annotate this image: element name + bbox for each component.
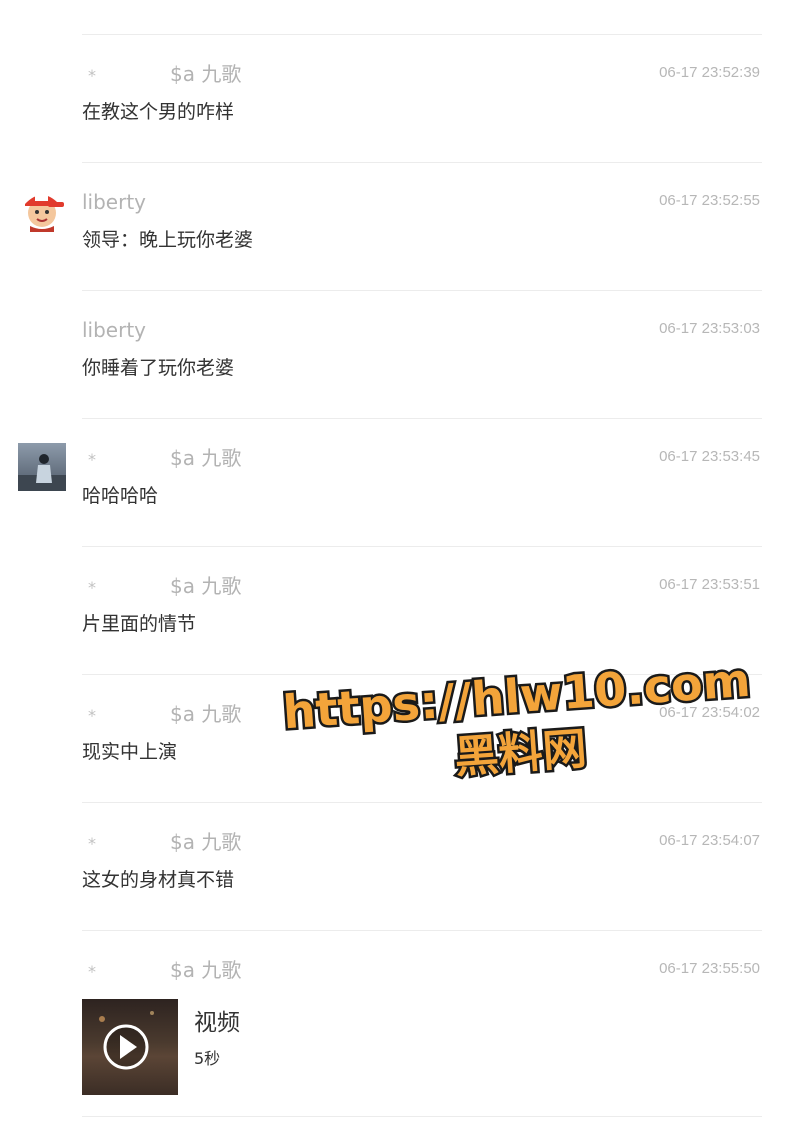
divider (82, 290, 762, 291)
photo-avatar-icon (18, 443, 66, 491)
sender-name[interactable]: liberty (82, 189, 146, 215)
message-time: 06-17 23:53:51 (659, 576, 760, 593)
message-time: 06-17 23:53:03 (659, 320, 760, 337)
avatar[interactable] (18, 443, 66, 491)
divider (82, 546, 762, 547)
message-text: 这女的身材真不错 (82, 869, 235, 891)
sender-name[interactable]: * $a 九歌 (82, 957, 241, 985)
message-time: 06-17 23:54:07 (659, 832, 760, 849)
message-text: 你睡着了玩你老婆 (82, 357, 235, 379)
watermark-site-name: 黑料网 (453, 723, 588, 783)
sender-name[interactable]: * $a 九歌 (82, 829, 241, 857)
video-label: 视频 (194, 1010, 240, 1036)
message-time: 06-17 23:55:50 (659, 960, 760, 977)
play-icon[interactable] (82, 999, 178, 1095)
divider (82, 162, 762, 163)
divider (82, 34, 762, 35)
message-time: 06-17 23:52:39 (659, 64, 760, 81)
message-text: 哈哈哈哈 (82, 485, 159, 507)
message-text: 在教这个男的咋样 (82, 101, 235, 123)
divider (82, 802, 762, 803)
divider (82, 1116, 762, 1117)
message-text: 领导：晚上玩你老婆 (82, 229, 254, 251)
sender-name[interactable]: liberty (82, 317, 146, 343)
divider (82, 930, 762, 931)
message-time: 06-17 23:53:45 (659, 448, 760, 465)
divider (82, 674, 762, 675)
message-time: 06-17 23:54:02 (659, 704, 760, 721)
avatar[interactable] (18, 184, 66, 232)
message-text: 片里面的情节 (82, 613, 197, 635)
video-duration: 5秒 (194, 1049, 221, 1068)
sender-name[interactable]: * $a 九歌 (82, 61, 241, 89)
sender-name[interactable]: * $a 九歌 (82, 701, 241, 729)
divider (82, 418, 762, 419)
video-thumbnail[interactable] (82, 999, 178, 1095)
message-text: 现实中上演 (82, 741, 178, 763)
cartoon-avatar-icon (18, 184, 66, 232)
message-time: 06-17 23:52:55 (659, 192, 760, 209)
sender-name[interactable]: * $a 九歌 (82, 445, 241, 473)
watermark-url: https://hlw10.com (283, 653, 752, 740)
sender-name[interactable]: * $a 九歌 (82, 573, 241, 601)
